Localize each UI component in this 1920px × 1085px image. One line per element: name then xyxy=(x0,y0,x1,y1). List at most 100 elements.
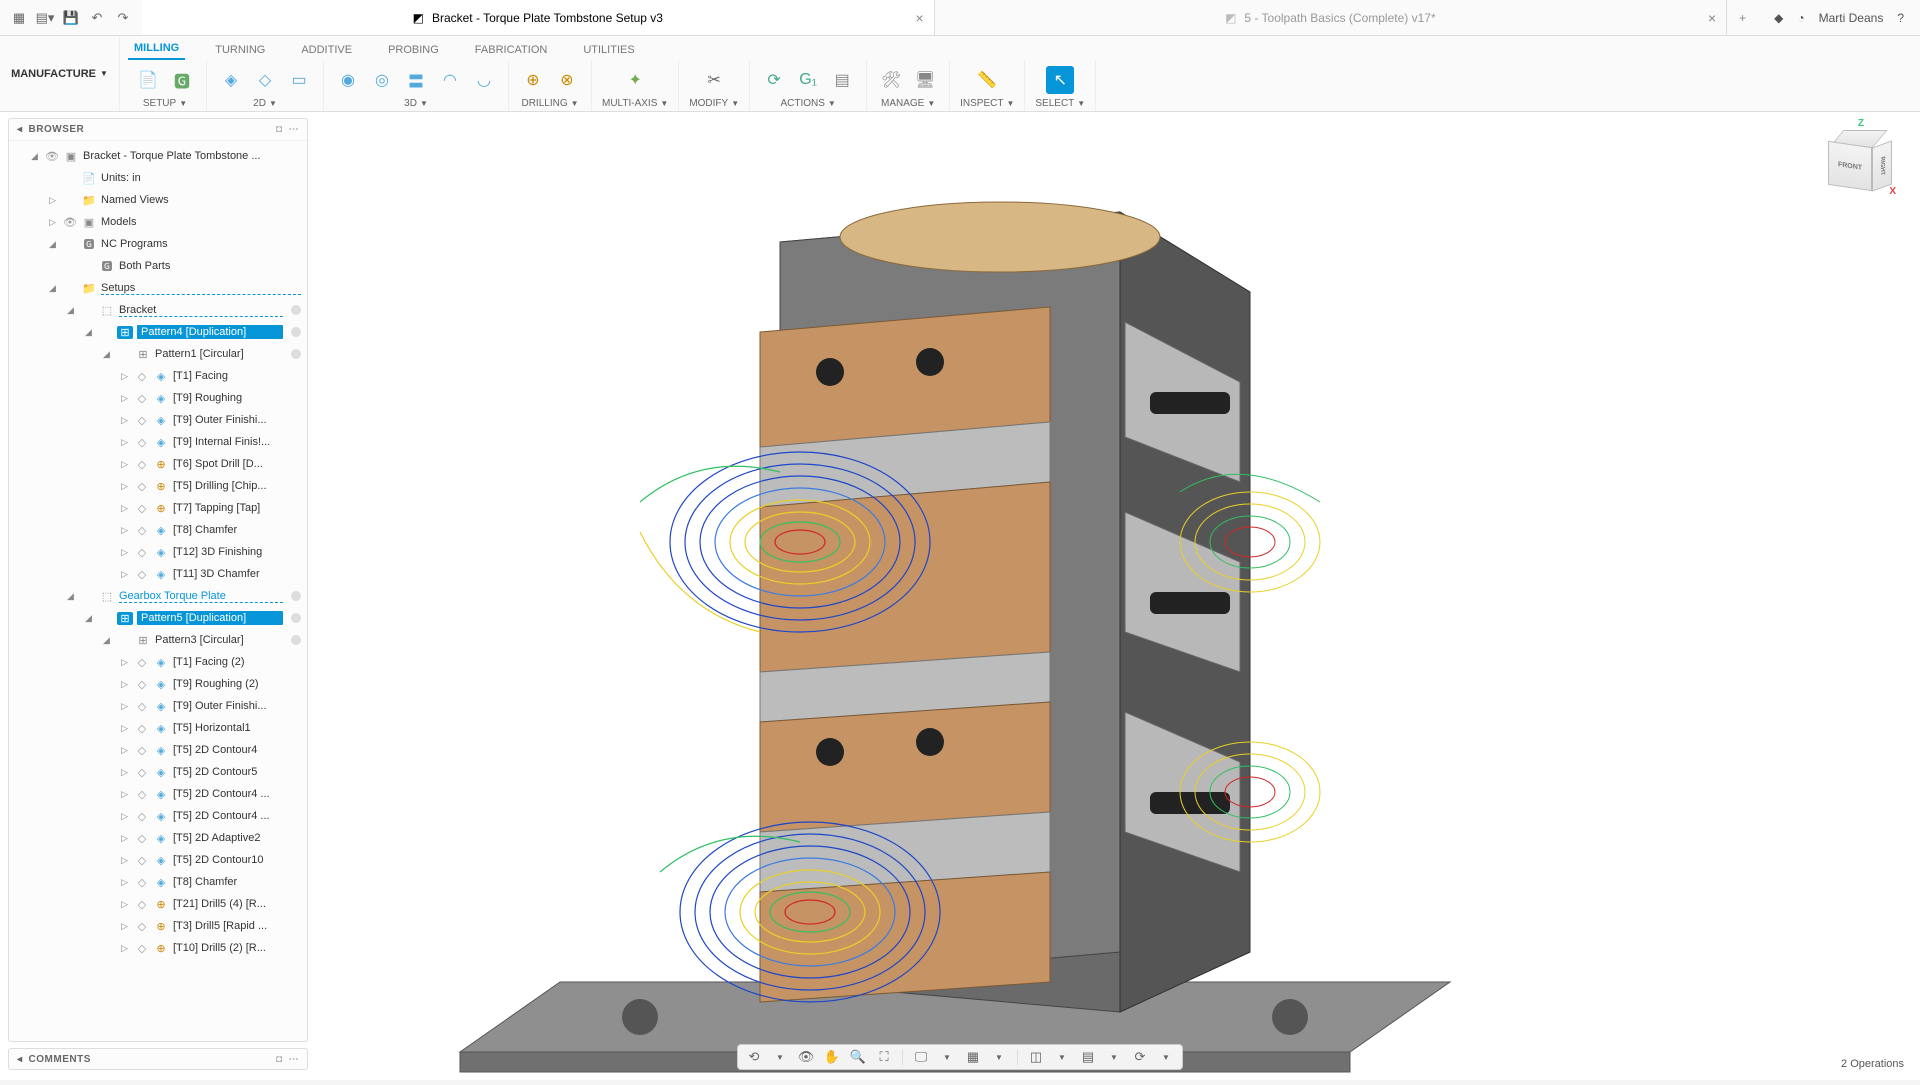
tree-pattern1[interactable]: ◢⊞Pattern1 [Circular] xyxy=(9,343,307,365)
workspace-switcher[interactable]: MANUFACTURE ▼ xyxy=(0,36,120,111)
hole-icon[interactable]: ⊗ xyxy=(553,66,581,94)
generate-icon[interactable]: ⟳ xyxy=(760,66,788,94)
pan-icon[interactable]: ✋ xyxy=(822,1047,842,1067)
collapse-icon[interactable]: ◂ xyxy=(17,1054,23,1065)
caret-down-icon[interactable]: ▼ xyxy=(420,99,428,108)
caret-down-icon[interactable]: ▼ xyxy=(989,1047,1009,1067)
tree-op[interactable]: ▷◇⊕[T7] Tapping [Tap] xyxy=(9,497,307,519)
tree-units[interactable]: 📄Units: in xyxy=(9,167,307,189)
tree-op[interactable]: ▷◇◈[T5] 2D Contour5 xyxy=(9,761,307,783)
caret-down-icon[interactable]: ▼ xyxy=(179,99,187,108)
face-icon[interactable]: ▭ xyxy=(285,66,313,94)
tree-op[interactable]: ▷◇◈[T8] Chamfer xyxy=(9,871,307,893)
redo-icon[interactable]: ↷ xyxy=(114,9,132,27)
tree-op[interactable]: ▷◇◈[T9] Roughing (2) xyxy=(9,673,307,695)
tree-op[interactable]: ▷◇⊕[T6] Spot Drill [D... xyxy=(9,453,307,475)
drill-icon[interactable]: ⊕ xyxy=(519,66,547,94)
view-cube[interactable]: FRONT RIGHT Z X xyxy=(1822,124,1892,194)
grid-icon[interactable]: ▦ xyxy=(963,1047,983,1067)
refresh-icon[interactable]: ⟳ xyxy=(1130,1047,1150,1067)
tree-op[interactable]: ▷◇◈[T9] Outer Finishi... xyxy=(9,409,307,431)
parallel-icon[interactable]: 〓 xyxy=(402,66,430,94)
pin-icon[interactable]: ◘ xyxy=(276,1054,283,1065)
tree-op[interactable]: ▷◇◈[T5] 2D Contour4 ... xyxy=(9,783,307,805)
undo-icon[interactable]: ↶ xyxy=(88,9,106,27)
user-name[interactable]: Marti Deans xyxy=(1819,11,1884,25)
tree-op[interactable]: ▷◇◈[T9] Roughing xyxy=(9,387,307,409)
tree-op[interactable]: ▷◇◈[T5] 2D Contour10 xyxy=(9,849,307,871)
save-icon[interactable]: 💾 xyxy=(62,9,80,27)
tree-op[interactable]: ▷◇◈[T5] 2D Adaptive2 xyxy=(9,827,307,849)
caret-down-icon[interactable]: ▼ xyxy=(269,99,277,108)
collapse-icon[interactable]: ◂ xyxy=(17,124,23,135)
close-icon[interactable]: × xyxy=(1708,10,1716,26)
tree-op[interactable]: ▷◇◈[T5] 2D Contour4 xyxy=(9,739,307,761)
caret-down-icon[interactable]: ▼ xyxy=(660,99,668,108)
setup-icon[interactable]: 📄 xyxy=(134,66,162,94)
contour-icon[interactable]: ◠ xyxy=(436,66,464,94)
tree-root[interactable]: ◢👁▣Bracket - Torque Plate Tombstone ... xyxy=(9,145,307,167)
browser-tree[interactable]: ◢👁▣Bracket - Torque Plate Tombstone ... … xyxy=(9,141,307,1041)
tree-pattern5[interactable]: ◢⊞Pattern5 [Duplication] xyxy=(9,607,307,629)
tree-op[interactable]: ▷◇◈[T5] 2D Contour4 ... xyxy=(9,805,307,827)
pin-icon[interactable]: ◘ xyxy=(276,124,283,135)
tree-named-views[interactable]: ▷📁Named Views xyxy=(9,189,307,211)
caret-down-icon[interactable]: ▼ xyxy=(1104,1047,1124,1067)
viewcube-front[interactable]: FRONT xyxy=(1828,141,1872,191)
notifications-icon[interactable]: ◔ xyxy=(1797,11,1804,25)
viewport-icon[interactable]: ◫ xyxy=(1026,1047,1046,1067)
layout-icon[interactable]: ▤ xyxy=(1078,1047,1098,1067)
2d-pocket-icon[interactable]: ◇ xyxy=(251,66,279,94)
tree-op[interactable]: ▷◇◈[T1] Facing xyxy=(9,365,307,387)
fit-icon[interactable]: ⛶ xyxy=(874,1047,894,1067)
caret-down-icon[interactable]: ▼ xyxy=(828,99,836,108)
caret-down-icon[interactable]: ▼ xyxy=(1006,99,1014,108)
orbit-icon[interactable]: ⟲ xyxy=(744,1047,764,1067)
options-icon[interactable]: ⋯ xyxy=(289,124,300,135)
caret-down-icon[interactable]: ▼ xyxy=(1077,99,1085,108)
tree-op[interactable]: ▷◇◈[T12] 3D Finishing xyxy=(9,541,307,563)
tab-inactive[interactable]: ◩ 5 - Toolpath Basics (Complete) v17* × xyxy=(935,0,1728,35)
caret-down-icon[interactable]: ▼ xyxy=(927,99,935,108)
ribbon-tab-fabrication[interactable]: FABRICATION xyxy=(469,40,554,60)
tree-op[interactable]: ▷◇◈[T8] Chamfer xyxy=(9,519,307,541)
ribbon-tab-utilities[interactable]: UTILITIES xyxy=(577,40,640,60)
3d-adaptive-icon[interactable]: ◉ xyxy=(334,66,362,94)
tree-pattern4[interactable]: ◢⊞Pattern4 [Duplication] xyxy=(9,321,307,343)
viewcube-right[interactable]: RIGHT xyxy=(1872,140,1892,191)
ribbon-tab-turning[interactable]: TURNING xyxy=(209,40,271,60)
nc-program-icon[interactable]: 🅶 xyxy=(168,66,196,94)
measure-icon[interactable]: 📏 xyxy=(973,66,1001,94)
tree-op[interactable]: ▷◇◈[T1] Facing (2) xyxy=(9,651,307,673)
tree-op[interactable]: ▷◇◈[T11] 3D Chamfer xyxy=(9,563,307,585)
tree-setups[interactable]: ◢📁Setups xyxy=(9,277,307,299)
help-icon[interactable]: ? xyxy=(1897,11,1904,25)
options-icon[interactable]: ⋯ xyxy=(289,1054,300,1065)
machine-library-icon[interactable]: 🖥 xyxy=(911,66,939,94)
tree-gearbox[interactable]: ◢⬚Gearbox Torque Plate xyxy=(9,585,307,607)
postprocess-icon[interactable]: G₁ xyxy=(794,66,822,94)
ribbon-tab-milling[interactable]: MILLING xyxy=(128,38,185,60)
display-icon[interactable]: 🖵 xyxy=(911,1047,931,1067)
browser-header[interactable]: ◂ BROWSER ◘ ⋯ xyxy=(9,119,307,141)
tool-library-icon[interactable]: 🛠 xyxy=(877,66,905,94)
close-icon[interactable]: × xyxy=(915,10,923,26)
ramp-icon[interactable]: ◡ xyxy=(470,66,498,94)
tree-bracket[interactable]: ◢⬚Bracket xyxy=(9,299,307,321)
tree-op[interactable]: ▷◇⊕[T21] Drill5 (4) [R... xyxy=(9,893,307,915)
tree-op[interactable]: ▷◇⊕[T5] Drilling [Chip... xyxy=(9,475,307,497)
tree-op[interactable]: ▷◇◈[T9] Outer Finishi... xyxy=(9,695,307,717)
tree-op[interactable]: ▷◇◈[T9] Internal Finis!... xyxy=(9,431,307,453)
3d-pocket-icon[interactable]: ◎ xyxy=(368,66,396,94)
tree-both-parts[interactable]: 🅶Both Parts xyxy=(9,255,307,277)
setup-sheet-icon[interactable]: ▤ xyxy=(828,66,856,94)
look-icon[interactable]: 👁 xyxy=(796,1047,816,1067)
app-menu-icon[interactable]: ▦ xyxy=(10,9,28,27)
caret-down-icon[interactable]: ▼ xyxy=(571,99,579,108)
new-tab-button[interactable]: + xyxy=(1727,0,1758,35)
comments-panel[interactable]: ◂ COMMENTS ◘ ⋯ xyxy=(8,1048,308,1070)
2d-adaptive-icon[interactable]: ◈ xyxy=(217,66,245,94)
caret-down-icon[interactable]: ▼ xyxy=(1052,1047,1072,1067)
swarf-icon[interactable]: ✦ xyxy=(621,66,649,94)
tree-op[interactable]: ▷◇⊕[T3] Drill5 [Rapid ... xyxy=(9,915,307,937)
